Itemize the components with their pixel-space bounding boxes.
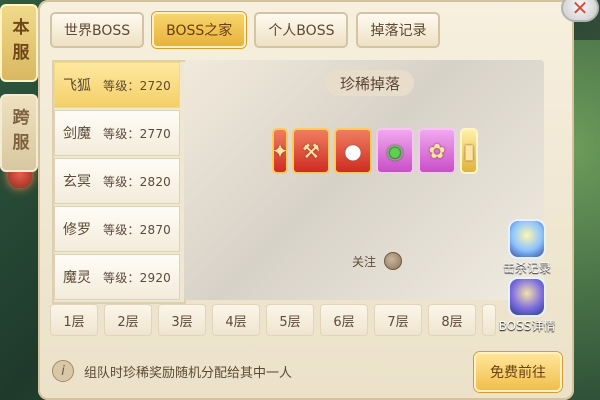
- follow-toggle-knob[interactable]: [384, 252, 403, 270]
- floor-tab-8[interactable]: 8层: [428, 304, 476, 336]
- drop-item[interactable]: ▮: [460, 128, 478, 174]
- boss-details-label: BOSS详情: [498, 319, 556, 333]
- floor-tab-1[interactable]: 1层: [50, 304, 98, 336]
- floor-tab-5[interactable]: 5层: [266, 304, 314, 336]
- floor-tab-partial[interactable]: [482, 304, 496, 336]
- drop-item[interactable]: ✦: [272, 128, 288, 174]
- boss-level: 等级：2920: [103, 270, 171, 285]
- floor-tab-3[interactable]: 3层: [158, 304, 206, 336]
- boss-name: 飞狐: [63, 78, 91, 94]
- floor-tab-7[interactable]: 7层: [374, 304, 422, 336]
- close-button[interactable]: ✕: [561, 0, 599, 22]
- boss-name: 魔灵: [63, 270, 91, 286]
- kill-records-button[interactable]: 击杀记录: [496, 214, 558, 276]
- follow-label: 关注: [352, 254, 377, 269]
- tab-personal-boss[interactable]: 个人BOSS: [254, 12, 349, 48]
- floor-tab-4[interactable]: 4层: [212, 304, 260, 336]
- boss-list: 飞狐 等级：2720 剑魔 等级：2770 玄冥 等级：2820 修罗 等级：2…: [52, 60, 186, 304]
- floor-tab-2[interactable]: 2层: [104, 304, 152, 336]
- rare-drop-list: ✦ ⚒ ● ◉ ✿ ▮: [272, 128, 478, 174]
- loot-info-text: 组队时珍稀奖励随机分配给其中一人: [84, 365, 293, 381]
- boss-mask-icon: [508, 277, 546, 317]
- boss-name: 玄冥: [63, 174, 91, 190]
- boss-name: 修罗: [63, 222, 91, 238]
- flower-icon: ✿: [428, 139, 446, 163]
- server-tabs: 本服 跨服: [0, 0, 38, 400]
- drop-item[interactable]: ●: [334, 128, 372, 174]
- follow-toggle[interactable]: 关注: [352, 252, 403, 270]
- axe-icon: ⚒: [302, 139, 320, 163]
- info-icon: i: [52, 360, 74, 382]
- floor-tab-6[interactable]: 6层: [320, 304, 368, 336]
- boss-list-item[interactable]: 飞狐 等级：2720: [54, 62, 180, 108]
- loot-info: i 组队时珍稀奖励随机分配给其中一人: [52, 360, 292, 382]
- boss-list-item[interactable]: 魔灵 等级：2920: [54, 254, 180, 300]
- boss-name: 剑魔: [63, 126, 91, 142]
- tab-cross-server[interactable]: 跨服: [0, 94, 38, 172]
- boss-level: 等级：2770: [103, 126, 171, 141]
- weapon-icon: ✦: [272, 139, 288, 163]
- crossed-swords-icon: [508, 219, 546, 259]
- drop-item[interactable]: ⚒: [292, 128, 330, 174]
- drop-item[interactable]: ✿: [418, 128, 456, 174]
- tab-world-boss[interactable]: 世界BOSS: [50, 12, 145, 48]
- boss-details-button[interactable]: BOSS详情: [496, 272, 558, 334]
- floor-tabs: 1层 2层 3层 4层 5层 6层 7层 8层: [50, 304, 496, 338]
- close-icon: ✕: [571, 0, 589, 20]
- tab-boss-home[interactable]: BOSS之家: [152, 12, 247, 48]
- drop-item[interactable]: ◉: [376, 128, 414, 174]
- jade-icon: ◉: [386, 139, 404, 163]
- tab-local-server[interactable]: 本服: [0, 4, 38, 82]
- boss-list-item[interactable]: 剑魔 等级：2770: [54, 110, 180, 156]
- tab-drop-records[interactable]: 掉落记录: [356, 12, 441, 48]
- boss-level: 等级：2820: [103, 174, 171, 189]
- pet-icon: ●: [344, 139, 362, 163]
- free-go-button[interactable]: 免费前往: [474, 352, 562, 392]
- boss-level: 等级：2870: [103, 222, 171, 237]
- boss-level: 等级：2720: [103, 78, 171, 93]
- boss-list-item[interactable]: 玄冥 等级：2820: [54, 158, 180, 204]
- scroll-icon: ▮: [463, 139, 475, 163]
- boss-category-tabs: 世界BOSS BOSS之家 个人BOSS 掉落记录: [50, 12, 441, 48]
- boss-list-item[interactable]: 修罗 等级：2870: [54, 206, 180, 252]
- rare-drops-title: 珍稀掉落: [326, 70, 414, 96]
